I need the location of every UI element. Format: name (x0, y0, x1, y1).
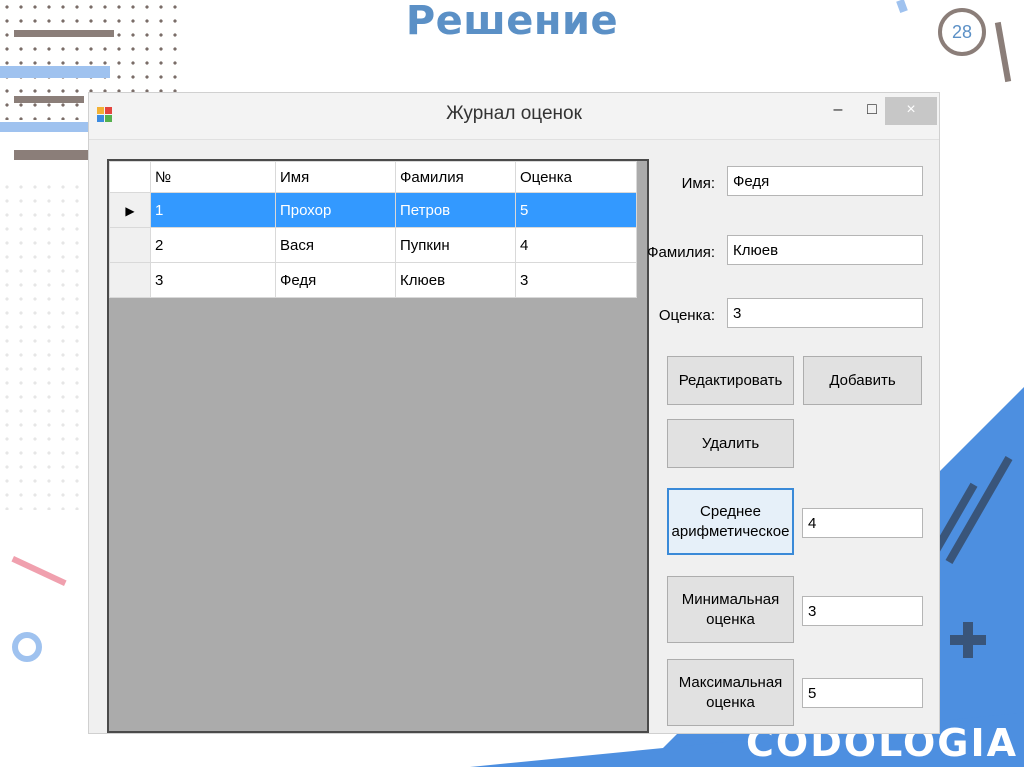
cell-name[interactable]: Вася (275, 227, 396, 263)
max-button-label: Максимальная (678, 673, 783, 691)
average-button[interactable]: Среднее арифметическое (667, 488, 794, 555)
window-titlebar[interactable]: Журнал оценок – □ × (89, 93, 939, 140)
cell-num[interactable]: 1 (150, 192, 276, 228)
decor-pink-line (11, 556, 67, 586)
table-row[interactable]: 3 Федя Клюев 3 (109, 262, 637, 298)
max-result-field[interactable]: 5 (802, 678, 923, 708)
column-header-name[interactable]: Имя (275, 161, 396, 193)
minimize-button[interactable]: – (819, 97, 857, 125)
row-indicator-icon: ▶ (125, 203, 135, 218)
min-button-label: Минимальная (681, 590, 780, 608)
cell-name[interactable]: Прохор (275, 192, 396, 228)
cell-surname[interactable]: Клюев (395, 262, 516, 298)
app-window: Журнал оценок – □ × № Имя Фамилия Оценка… (88, 92, 940, 734)
cell-num[interactable]: 2 (150, 227, 276, 263)
table-row[interactable]: 2 Вася Пупкин 4 (109, 227, 637, 263)
cell-grade[interactable]: 5 (515, 192, 637, 228)
max-grade-button[interactable]: Максимальная оценка (667, 659, 794, 726)
edit-button[interactable]: Редактировать (667, 356, 794, 405)
grade-label: Оценка: (658, 307, 715, 324)
slide-title: Решение (405, 0, 619, 44)
decor-stripe (14, 150, 88, 160)
name-field[interactable]: Федя (727, 166, 923, 196)
decor-dots (0, 180, 90, 510)
row-header[interactable] (109, 262, 151, 298)
cell-grade[interactable]: 4 (515, 227, 637, 263)
decor-stripe (14, 96, 84, 103)
surname-field[interactable]: Клюев (727, 235, 923, 265)
average-button-label: арифметическое (671, 522, 790, 540)
add-button[interactable]: Добавить (803, 356, 922, 405)
cell-surname[interactable]: Пупкин (395, 227, 516, 263)
row-header[interactable]: ▶ (109, 192, 151, 228)
surname-label: Фамилия: (647, 244, 715, 261)
decor-stripe (0, 122, 88, 132)
grade-field[interactable]: 3 (727, 298, 923, 328)
decor-circle (12, 632, 42, 662)
column-header-num[interactable]: № (150, 161, 276, 193)
cell-name[interactable]: Федя (275, 262, 396, 298)
average-result-field[interactable]: 4 (802, 508, 923, 538)
min-grade-button[interactable]: Минимальная оценка (667, 576, 794, 643)
page-number: 28 (938, 8, 986, 56)
min-button-label: оценка (706, 610, 755, 628)
column-header-grade[interactable]: Оценка (515, 161, 637, 193)
min-result-field[interactable]: 3 (802, 596, 923, 626)
cell-grade[interactable]: 3 (515, 262, 637, 298)
row-header[interactable] (109, 227, 151, 263)
name-label: Имя: (681, 175, 715, 192)
close-button[interactable]: × (885, 97, 937, 125)
grades-grid[interactable]: № Имя Фамилия Оценка ▶ 1 Прохор Петров 5… (107, 159, 649, 733)
window-title: Журнал оценок (446, 103, 582, 124)
grid-header-row: № Имя Фамилия Оценка (109, 161, 637, 193)
table-row[interactable]: ▶ 1 Прохор Петров 5 (109, 192, 637, 228)
grid-corner[interactable] (109, 161, 151, 193)
grades-table: № Имя Фамилия Оценка ▶ 1 Прохор Петров 5… (109, 161, 637, 298)
column-header-surname[interactable]: Фамилия (395, 161, 516, 193)
max-button-label: оценка (706, 693, 755, 711)
decor-stripe (0, 66, 110, 78)
cell-num[interactable]: 3 (150, 262, 276, 298)
average-button-label: Среднее (700, 502, 761, 520)
delete-button[interactable]: Удалить (667, 419, 794, 468)
cell-surname[interactable]: Петров (395, 192, 516, 228)
plus-icon (950, 622, 986, 658)
